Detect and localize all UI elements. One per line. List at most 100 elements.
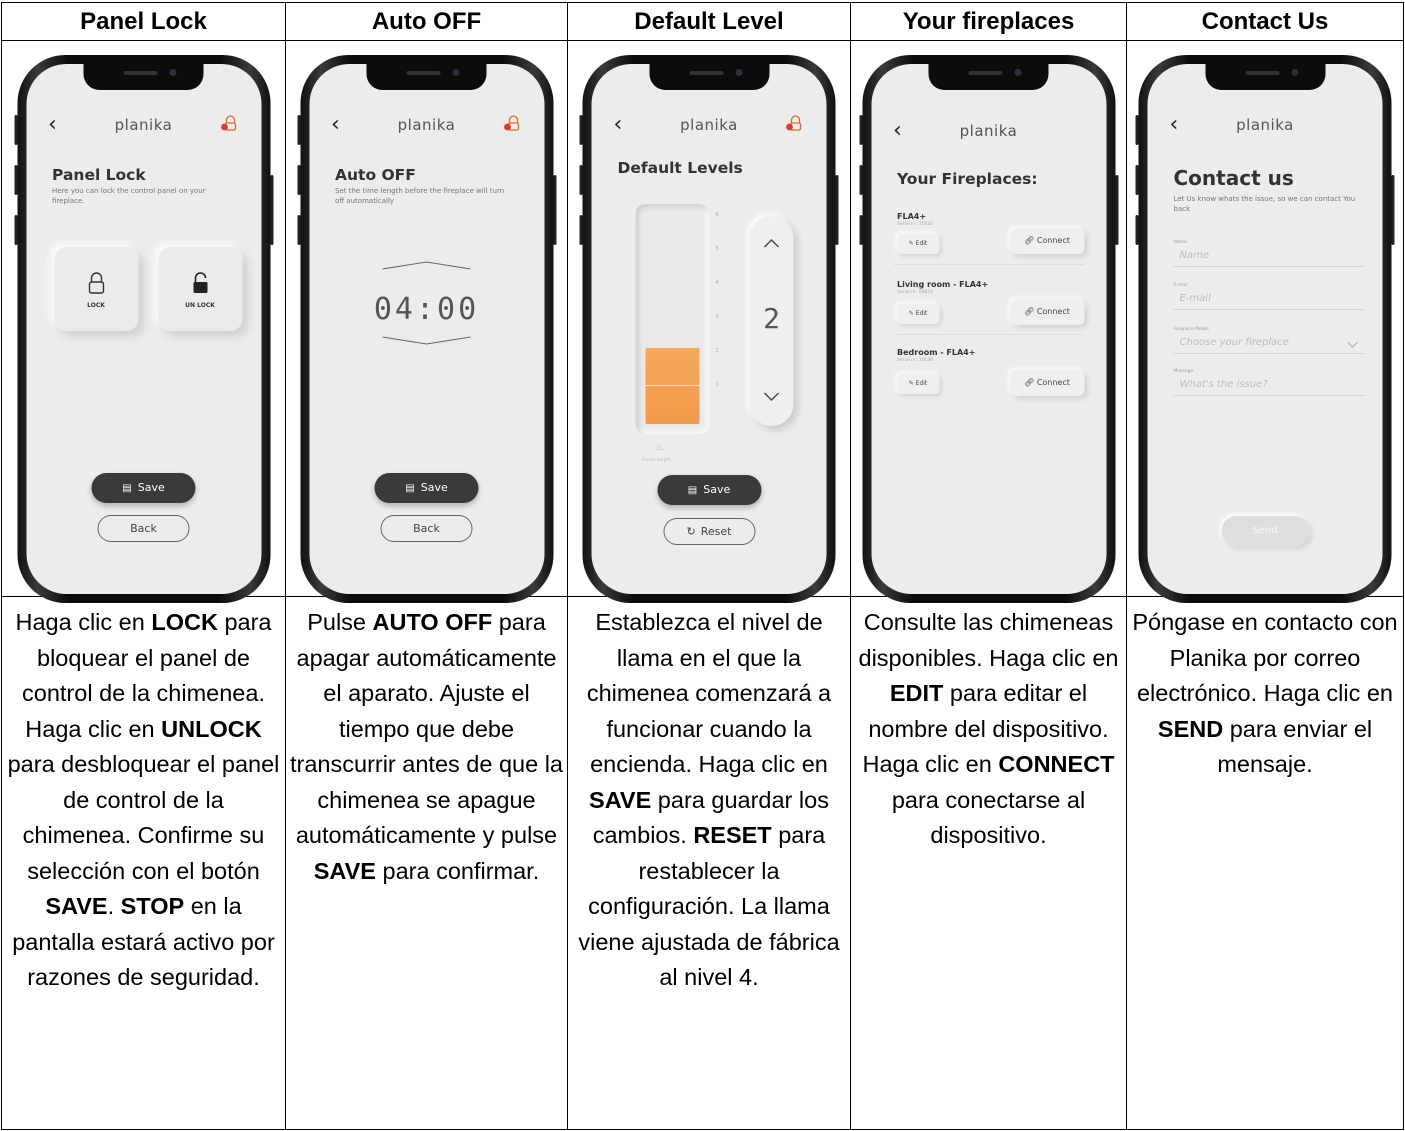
description-row: Haga clic en LOCK para bloquear el panel… <box>1 596 1404 1130</box>
keyword-text: SAVE <box>589 786 652 813</box>
contact-us-description: Póngase en contacto con Planika por corr… <box>1126 596 1404 1130</box>
fireplace-serial: Serial nr: 09614 <box>897 290 934 295</box>
phone-screen: ‹ planika Your Fireplaces: FLA4+ Serial … <box>871 64 1106 594</box>
fireplace-name: FLA4+ <box>897 212 927 221</box>
connect-button[interactable]: 🔗︎ Connect <box>1010 228 1084 254</box>
keyword-text: SEND <box>1157 715 1224 742</box>
description-text: Pulse <box>307 609 373 635</box>
send-button[interactable]: Send <box>1221 516 1309 546</box>
screen-subtitle: Let Us know whats the issue, so we can c… <box>1173 195 1356 213</box>
flame-level-fill <box>645 348 700 424</box>
decrease-time-arrow[interactable] <box>381 336 473 346</box>
lock-alert-icon[interactable] <box>219 114 237 132</box>
description-text: Póngase en contacto con Planika por corr… <box>1132 609 1398 706</box>
save-button[interactable]: ▤ Save <box>91 473 196 503</box>
auto-off-screenshot-cell: ‹ planika Auto OFF Set the time length b… <box>285 40 568 603</box>
chevron-down-icon[interactable] <box>1347 341 1359 348</box>
description-text: . <box>107 893 121 919</box>
fireplace-name: Bedroom - FLA4+ <box>897 348 976 357</box>
header-default-level: Default Level <box>567 2 851 41</box>
phone-notch <box>649 64 769 90</box>
gauge-divider <box>645 385 700 386</box>
chevron-down-icon[interactable] <box>764 392 780 402</box>
keyword-text: RESET <box>693 822 772 848</box>
phone-notch <box>366 64 487 90</box>
header-contact-us: Contact Us <box>1126 2 1404 41</box>
keyword-text: AUTO OFF <box>372 609 493 635</box>
field-underline <box>1173 309 1365 310</box>
phone-frame: ‹ planika Auto OFF Set the time length b… <box>297 55 556 603</box>
brand-logo: planika <box>959 122 1018 140</box>
edit-button[interactable]: ✎ Edit <box>897 234 939 254</box>
save-label: Save <box>137 481 165 494</box>
link-icon: 🔗︎ <box>1024 307 1037 316</box>
description-text: para apagar automáticamente el aparato. … <box>290 609 564 848</box>
email-label: E-mail <box>1173 283 1188 288</box>
timer-display: 04:00 <box>373 292 480 327</box>
reset-button[interactable]: ↻ Reset <box>663 518 755 545</box>
fireplace-serial: Serial nr: 10010 <box>897 222 934 227</box>
connect-label: Connect <box>1036 378 1070 387</box>
phone-frame: ‹ planika Panel Lock Here you can lock t… <box>14 55 273 603</box>
edit-button[interactable]: ✎ Edit <box>897 304 939 324</box>
lock-card[interactable]: LOCK <box>54 247 138 331</box>
connect-button[interactable]: 🔗︎ Connect <box>1010 370 1084 396</box>
level-value: 2 <box>763 302 780 335</box>
message-field[interactable]: What's the issue? <box>1180 379 1268 390</box>
name-field[interactable]: Name <box>1180 250 1210 261</box>
lock-closed-icon <box>88 272 104 294</box>
fireplace-model-select[interactable]: Choose your fireplace <box>1180 337 1289 348</box>
auto-off-description: Pulse AUTO OFF para apagar automáticamen… <box>285 596 568 1130</box>
edit-button[interactable]: ✎ Edit <box>897 374 939 394</box>
gauge-tick-label: 5 <box>715 246 719 252</box>
keyword-text: STOP <box>120 893 185 919</box>
save-icon: ▤ <box>122 483 132 494</box>
lock-alert-icon[interactable] <box>502 114 520 132</box>
item-divider <box>893 264 1084 265</box>
header-your-fireplaces: Your fireplaces <box>850 2 1127 41</box>
screenshot-row: ‹ planika Panel Lock Here you can lock t… <box>1 40 1404 603</box>
phone-notch <box>1205 64 1325 90</box>
keyword-text: UNLOCK <box>161 715 262 742</box>
field-underline <box>1173 266 1365 267</box>
edit-icon: ✎ <box>908 310 916 317</box>
link-icon: 🔗︎ <box>1024 378 1037 387</box>
flame-height-caption: Flame height <box>641 458 672 463</box>
save-icon: ▤ <box>687 485 698 496</box>
screen-subtitle: Set the time length before the fireplace… <box>335 187 505 205</box>
your-fireplaces-screenshot-cell: ‹ planika Your Fireplaces: FLA4+ Serial … <box>850 40 1127 603</box>
unlock-card[interactable]: UN LOCK <box>158 247 242 331</box>
brand-logo: planika <box>1236 116 1294 134</box>
keyword-text: CONNECT <box>998 751 1115 777</box>
phone-notch <box>83 64 204 90</box>
connect-button[interactable]: 🔗︎ Connect <box>1010 299 1084 325</box>
phone-notch <box>928 64 1049 90</box>
message-label: Message <box>1173 369 1194 374</box>
back-button[interactable]: Back <box>380 515 473 542</box>
edit-icon: ✎ <box>908 380 916 387</box>
lock-alert-icon[interactable] <box>785 114 803 132</box>
gauge-tick-label: 2 <box>715 348 719 354</box>
email-field[interactable]: E-mail <box>1180 293 1211 304</box>
increase-time-arrow[interactable] <box>381 260 473 270</box>
gauge-tick-label: 1 <box>715 382 719 388</box>
screen-subtitle: Here you can lock the control panel on y… <box>52 187 206 205</box>
level-stepper[interactable]: 2 <box>749 216 794 426</box>
reset-icon: ↻ <box>686 525 696 538</box>
screen-title: Panel Lock <box>52 166 146 184</box>
save-button[interactable]: ▤ Save <box>657 475 761 505</box>
gauge-tick-label: 6 <box>715 212 719 218</box>
contact-us-screenshot-cell: ‹ planika Contact us Let Us know whats t… <box>1126 40 1404 603</box>
edit-icon: ✎ <box>908 240 916 247</box>
save-button[interactable]: ▤ Save <box>374 473 479 503</box>
gauge-tick-label: 4 <box>715 280 719 286</box>
phone-frame: ‹ planika Your Fireplaces: FLA4+ Serial … <box>859 55 1118 603</box>
edit-label: Edit <box>915 380 928 387</box>
back-button[interactable]: Back <box>97 515 190 542</box>
app-topbar: ‹ planika <box>871 118 1106 144</box>
phone-screen: ‹ planika Panel Lock Here you can lock t… <box>26 64 261 594</box>
connect-label: Connect <box>1036 236 1070 245</box>
instruction-table: Panel Lock Auto OFF Default Level Your f… <box>1 2 1404 1130</box>
chevron-up-icon[interactable] <box>764 238 780 248</box>
panel-lock-description: Haga clic en LOCK para bloquear el panel… <box>1 596 286 1130</box>
